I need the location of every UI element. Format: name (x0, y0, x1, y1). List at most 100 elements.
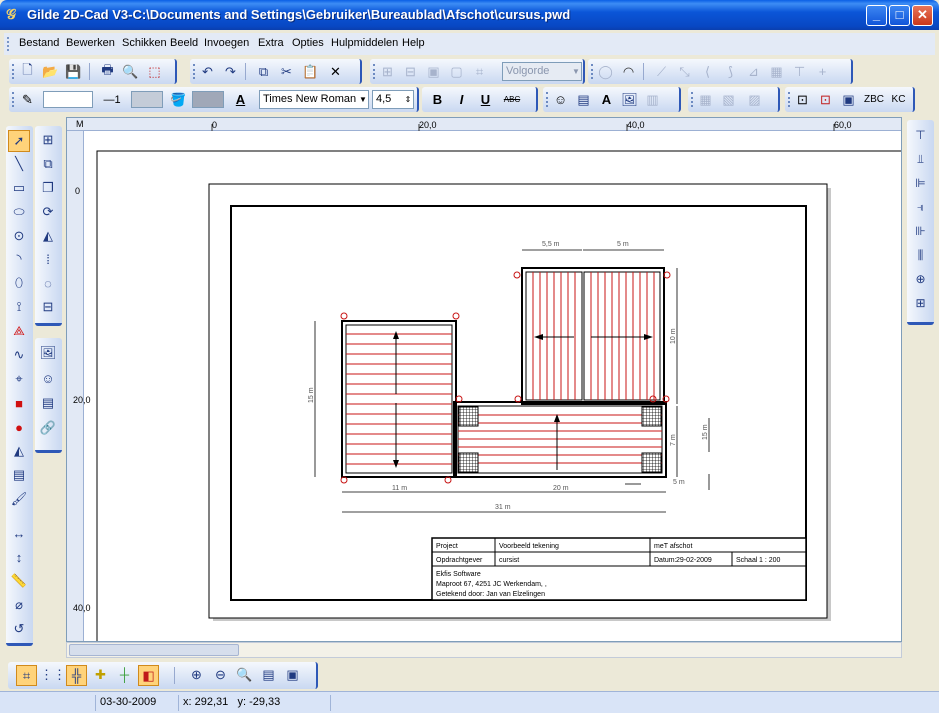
scale-icon[interactable]: ⊟ (37, 296, 59, 318)
font-size-spinner[interactable]: 4,5 ⇕ (372, 90, 414, 109)
freehand-tool-icon[interactable]: ∿ (8, 344, 30, 366)
brush-tool-icon[interactable]: 🖌 (8, 488, 30, 510)
underline-button[interactable]: U (476, 90, 495, 109)
align-bottom-icon[interactable]: ⫫ (910, 152, 931, 172)
edit-points-icon[interactable]: ⟋ (652, 62, 671, 81)
copy-icon[interactable]: ⧉ (254, 62, 273, 81)
snap-endpoint-icon[interactable]: ┼ (114, 665, 135, 686)
line-style-selector[interactable] (43, 91, 93, 108)
hatch-tool-icon[interactable]: ◭ (8, 440, 30, 462)
break-icon[interactable]: ⟨ (698, 62, 717, 81)
trim-icon[interactable]: ⊿ (744, 62, 763, 81)
point-tool-icon[interactable]: ⌖ (8, 368, 30, 390)
measure-tool-icon[interactable]: 📏 (8, 570, 30, 592)
paste-icon[interactable]: 📋 (301, 62, 320, 81)
drawing-canvas[interactable]: M 0 20,0 40,0 60,0 0 20,0 40,0 5,5 m 5 m… (66, 117, 902, 642)
italic-button[interactable]: I (452, 90, 471, 109)
rounded-rect-tool-icon[interactable]: ⬯ (8, 272, 30, 294)
image-insert-icon[interactable]: 🖼 (37, 342, 59, 364)
duplicate-icon[interactable]: ⧉ (37, 153, 59, 175)
snap-grid-icon[interactable]: ⌗ (16, 665, 37, 686)
mirror-icon[interactable]: ◭ (37, 225, 59, 247)
rotate-icon[interactable]: ⟳ (37, 201, 59, 223)
ungroup-icon[interactable]: ⊟ (401, 62, 420, 81)
image-icon[interactable]: 🖼 (620, 90, 639, 109)
grid-snap-icon[interactable]: ⌗ (470, 62, 489, 81)
scrollbar-thumb[interactable] (69, 644, 239, 656)
new-file-icon[interactable]: 🗋 (18, 62, 37, 81)
pdf-export-icon[interactable]: ⬚ (145, 62, 164, 81)
fill-bucket-icon[interactable]: 🪣 (169, 90, 188, 109)
menu-help[interactable]: Help (402, 37, 425, 49)
link-icon[interactable]: 🔗 (37, 417, 59, 439)
node-edit-icon[interactable]: ⤡ (675, 62, 694, 81)
menu-extra[interactable]: Extra (258, 37, 284, 49)
strikethrough-button[interactable]: ABC (500, 90, 524, 109)
join-icon[interactable]: ⟆ (721, 62, 740, 81)
undo-icon[interactable]: ↶ (198, 62, 217, 81)
print-preview-icon[interactable]: 🔍 (121, 62, 140, 81)
minimize-button[interactable]: _ (866, 5, 887, 26)
rectangle-tool-icon[interactable]: ▭ (8, 177, 30, 199)
cross-icon[interactable]: + (813, 62, 832, 81)
save-icon[interactable]: 💾 (64, 62, 83, 81)
red-square-tool-icon[interactable]: ■ (8, 392, 30, 414)
table-icon[interactable]: ⊡ (793, 90, 812, 109)
distribute-h-icon[interactable]: ⫼ (910, 248, 931, 268)
menu-hulpmiddelen[interactable]: Hulpmiddelen (331, 37, 398, 49)
menu-schikken[interactable]: Schikken (122, 37, 167, 49)
offset-icon[interactable]: ◌ (37, 272, 59, 294)
maximize-button[interactable]: □ (889, 5, 910, 26)
zoom-in-icon[interactable]: ⊕ (186, 665, 207, 686)
angle-tool-icon[interactable]: ↺ (8, 618, 30, 640)
app-logo-icon[interactable]: 𝒢 (6, 6, 24, 24)
redo-icon[interactable]: ↷ (221, 62, 240, 81)
polyline-tool-icon[interactable]: ⟟ (8, 296, 30, 318)
picture-icon[interactable]: ▨ (745, 90, 764, 109)
text-block-icon[interactable]: ▤ (574, 90, 593, 109)
font-name-combo[interactable]: Times New Roman ▼ (259, 90, 369, 109)
ole-object-icon[interactable]: ▥ (643, 90, 662, 109)
align-right-icon[interactable]: ⫣ (910, 200, 931, 220)
line-tool-icon[interactable]: ╲ (8, 153, 30, 175)
array-icon[interactable]: ▦ (767, 62, 786, 81)
align-center-v-icon[interactable]: ⊕ (910, 272, 931, 292)
pen-color-icon[interactable]: ✎ (18, 90, 37, 109)
horizontal-dimension-icon[interactable]: ↔ (8, 522, 30, 544)
bold-button[interactable]: B (428, 90, 447, 109)
legend-icon[interactable]: ▣ (839, 90, 858, 109)
array-dots-icon[interactable]: ⁞ (37, 248, 59, 270)
menu-beeld[interactable]: Beeld (170, 37, 198, 49)
kc-button[interactable]: KC (889, 90, 908, 109)
align-left-icon[interactable]: ⊫ (910, 176, 931, 196)
grid-display-icon[interactable]: ⋮⋮ (40, 665, 66, 686)
distribute-v-icon[interactable]: ⊞ (910, 296, 931, 316)
align-center-h-icon[interactable]: ⊪ (910, 224, 931, 244)
close-button[interactable]: ✕ (912, 5, 933, 26)
cut-icon[interactable]: ✂ (277, 62, 296, 81)
frame-icon[interactable]: ▢ (447, 62, 466, 81)
circle-center-tool-icon[interactable]: ⊙ (8, 225, 30, 247)
circle-icon[interactable]: ◯ (596, 62, 615, 81)
vertical-dimension-icon[interactable]: ↕ (8, 546, 30, 568)
layer-icon[interactable]: ▦ (696, 90, 715, 109)
extend-icon[interactable]: ⊤ (790, 62, 809, 81)
move-icon[interactable]: ⊞ (37, 129, 59, 151)
zbc-button[interactable]: ZBC (862, 90, 886, 109)
font-color-icon[interactable]: A (231, 90, 250, 109)
text-area-tool-icon[interactable]: ▤ (8, 464, 30, 486)
copy-multiple-icon[interactable]: ❐ (37, 177, 59, 199)
stamp-icon[interactable]: ⊡ (816, 90, 835, 109)
line-end-selector[interactable] (131, 91, 163, 108)
horizontal-scrollbar[interactable] (66, 642, 902, 658)
zoom-all-icon[interactable]: ▣ (282, 665, 303, 686)
snap-object-icon[interactable]: ◧ (138, 665, 159, 686)
menu-opties[interactable]: Opties (292, 37, 324, 49)
arc-icon[interactable]: ◠ (619, 62, 638, 81)
arc-tool-icon[interactable]: ◝ (8, 248, 30, 270)
select-arrow-icon[interactable]: ➚ (8, 130, 30, 152)
menu-bewerken[interactable]: Bewerken (66, 37, 115, 49)
open-folder-icon[interactable]: 📂 (41, 62, 60, 81)
line-width-selector[interactable]: ― 1 (97, 90, 127, 109)
diameter-tool-icon[interactable]: ⌀ (8, 594, 30, 616)
